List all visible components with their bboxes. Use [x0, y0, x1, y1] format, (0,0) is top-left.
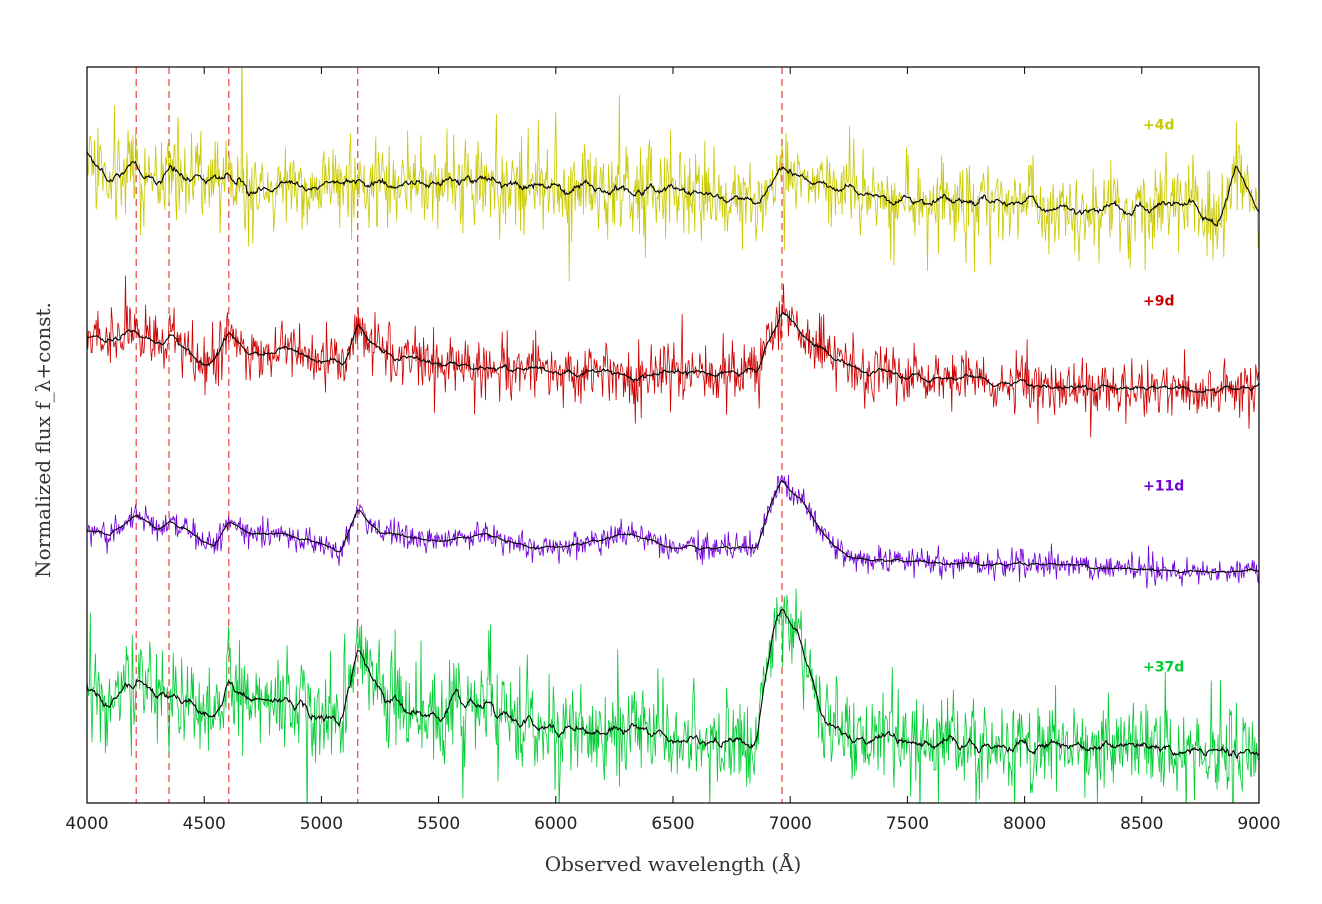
x-tick-label: 8500 [1120, 814, 1163, 834]
x-axis-label: Observed wavelength (Å) [545, 851, 802, 876]
x-tick-label: 7500 [886, 814, 929, 834]
series-label: +11d [1143, 478, 1184, 494]
x-tick-label: 4500 [183, 814, 226, 834]
x-tick-label: 6000 [534, 814, 577, 834]
x-tick-label: 7000 [769, 814, 812, 834]
series-label: +9d [1143, 293, 1175, 309]
x-tick-label: 5500 [417, 814, 460, 834]
x-tick-label: 5000 [300, 814, 343, 834]
x-tick-label: 6500 [651, 814, 694, 834]
series-noisy-2 [87, 474, 1259, 589]
series-label: +4d [1143, 117, 1175, 133]
x-tick-label: 4000 [65, 814, 108, 834]
y-axis-label: Normalized flux f_λ+const. [31, 302, 55, 578]
x-tick-label: 9000 [1237, 814, 1280, 834]
series-label: +37d [1143, 660, 1184, 676]
series-smoothed-0 [87, 151, 1259, 227]
spectra-chart: 4000 4500 5000 5500 6000 6500 7000 7500 8000 8500… [31, 66, 1281, 876]
x-tick-label: 8000 [1003, 814, 1046, 834]
series-noisy-1 [87, 275, 1259, 438]
series-layer [87, 67, 1259, 803]
